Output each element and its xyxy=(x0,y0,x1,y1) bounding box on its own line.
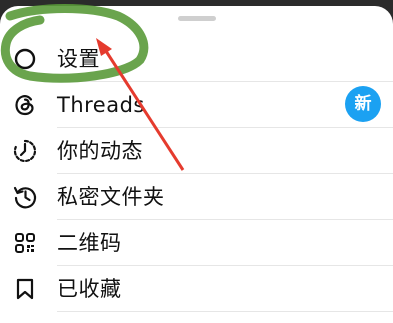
threads-icon xyxy=(15,95,34,116)
menu-item-label: 你的动态 xyxy=(57,139,143,163)
sheet-grabber[interactable] xyxy=(178,16,216,21)
divider xyxy=(57,311,393,312)
menu-item-label: 私密文件夹 xyxy=(57,185,165,209)
menu-item-label: Threads xyxy=(57,93,145,117)
menu-item-label: 二维码 xyxy=(57,231,122,255)
menu-item-settings[interactable]: 设置 xyxy=(0,36,393,82)
activity-icon xyxy=(13,139,37,163)
menu-item-saved[interactable]: 已收藏 xyxy=(0,266,393,312)
menu-item-label: 设置 xyxy=(57,47,100,71)
history-icon xyxy=(13,186,37,209)
menu-item-threads[interactable]: Threads 新 xyxy=(0,82,393,128)
gear-icon xyxy=(14,48,36,70)
menu-item-label: 已收藏 xyxy=(57,277,122,301)
menu-item-your-activity[interactable]: 你的动态 xyxy=(0,128,393,174)
menu-sheet: 设置 Threads 新 你的动态 私密文件夹 二维码 已收藏 xyxy=(0,6,393,323)
menu-item-private-folder[interactable]: 私密文件夹 xyxy=(0,174,393,220)
menu-item-qr-code[interactable]: 二维码 xyxy=(0,220,393,266)
qr-code-icon xyxy=(15,233,35,253)
bookmark-icon xyxy=(16,278,34,300)
new-badge: 新 xyxy=(345,86,381,122)
